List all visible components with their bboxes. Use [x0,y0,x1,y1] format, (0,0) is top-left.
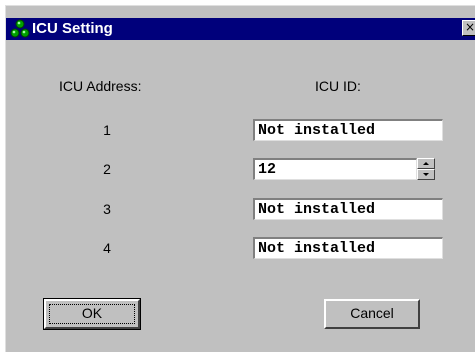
icu-address-2: 2 [103,161,111,177]
focus-rectangle [49,304,135,324]
spin-down-button[interactable] [417,169,435,180]
icu-id-field-1[interactable]: Not installed [253,119,443,141]
close-button[interactable]: × [462,20,475,36]
icu-id-header: ICU ID: [315,78,361,94]
window-title: ICU Setting [32,20,113,37]
icu-address-1: 1 [103,122,111,138]
title-bar[interactable]: ICU Setting × [6,18,475,40]
icu-id-value-1: Not installed [258,122,376,139]
network-nodes-icon [10,19,30,38]
ok-button[interactable]: OK [43,298,141,330]
icu-address-3: 3 [103,201,111,217]
spin-up-button[interactable] [417,158,435,169]
cancel-button-label: Cancel [350,305,394,321]
icu-setting-dialog: ICU Setting × ICU Address: ICU ID: 1 Not… [5,5,475,352]
icu-id-value-2: 12 [258,161,277,178]
icu-id-field-3[interactable]: Not installed [253,198,443,220]
cancel-button[interactable]: Cancel [324,299,420,329]
icu-address-header: ICU Address: [59,78,142,94]
icu-id-value-4: Not installed [258,240,376,257]
icu-id-field-2[interactable]: 12 [253,158,417,180]
icu-id-value-3: Not installed [258,201,376,218]
icu-id-field-4[interactable]: Not installed [253,237,443,259]
icu-id-spinner [417,158,435,180]
icu-address-4: 4 [103,240,111,256]
